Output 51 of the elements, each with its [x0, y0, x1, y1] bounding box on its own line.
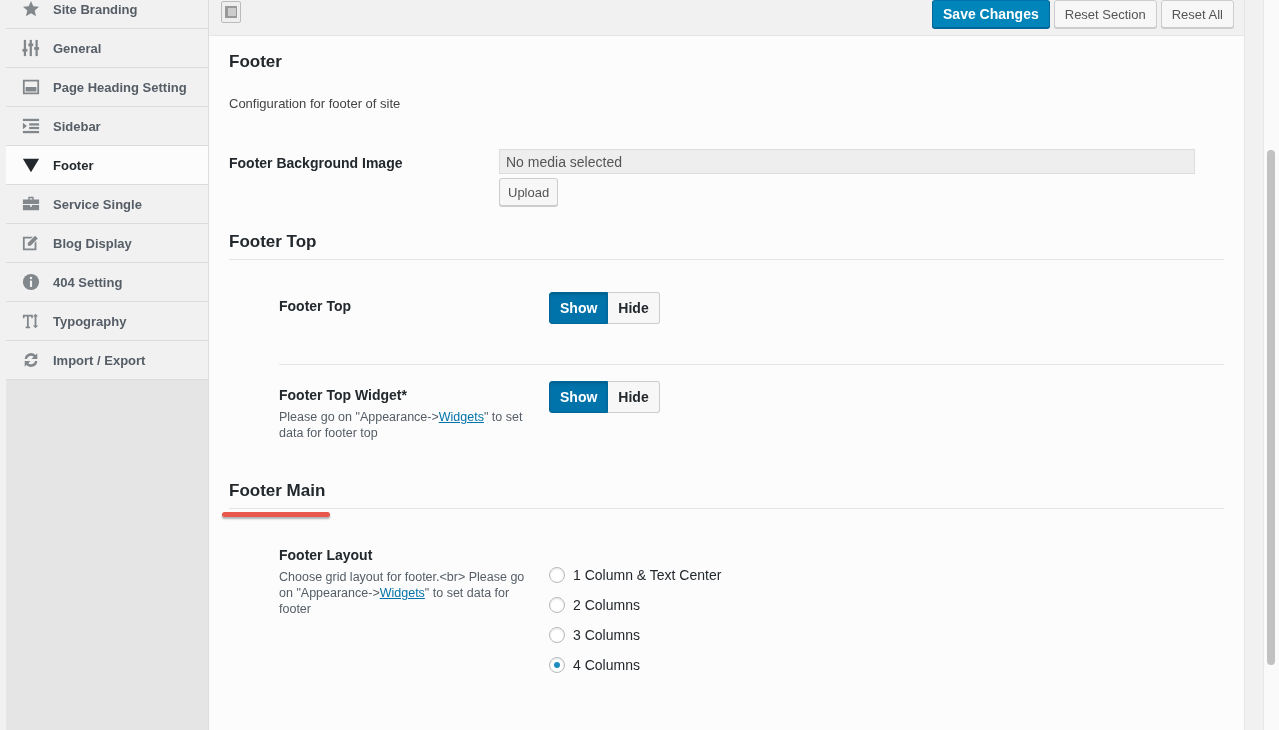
section-description: Configuration for footer of site: [229, 96, 402, 111]
radio-label[interactable]: 4 Columns: [573, 657, 640, 673]
toggle-option[interactable]: Hide: [608, 381, 660, 413]
refresh-icon: [22, 351, 40, 369]
indent-icon: [22, 117, 40, 135]
layout-icon: [22, 78, 40, 96]
sidebar-item[interactable]: Footer: [6, 146, 208, 185]
reset-button[interactable]: Reset Section: [1053, 0, 1157, 28]
star-icon: [22, 0, 40, 18]
save-button[interactable]: Save Changes: [932, 0, 1050, 28]
section-title: Footer: [229, 52, 282, 72]
radio-label[interactable]: 1 Column & Text Center: [573, 567, 722, 583]
toggle-option[interactable]: Hide: [608, 292, 660, 324]
sidebar-item[interactable]: Typography: [6, 302, 208, 341]
sidebar-item[interactable]: General: [6, 29, 208, 68]
text-height-icon: [22, 312, 40, 330]
sidebar-item[interactable]: Service Single: [6, 185, 208, 224]
radio-button[interactable]: [549, 627, 565, 643]
sidebar-item[interactable]: Site Branding: [6, 0, 208, 29]
edit-icon: [22, 234, 40, 252]
field-label: Footer Background Image: [229, 155, 404, 171]
sliders-icon: [22, 39, 40, 57]
field-description: Choose grid layout for footer.<br> Please go on "Appearance->Widgets" to set data for footer: [279, 569, 526, 617]
scrollbar-thumb[interactable]: [1267, 150, 1275, 665]
field-label: Footer Top Widget*: [279, 387, 408, 403]
section-title: Footer Main: [229, 481, 326, 501]
sidebar-item[interactable]: 404 Setting: [6, 263, 208, 302]
radio-label[interactable]: 2 Columns: [573, 597, 640, 613]
briefcase-icon: [22, 195, 40, 213]
field-description: Please go on "Appearance->Widgets" to set data for footer top: [279, 409, 524, 441]
toggle-option[interactable]: Show: [549, 381, 609, 413]
field-label: Footer Layout: [279, 547, 374, 563]
upload-button[interactable]: Upload: [499, 178, 559, 206]
info-icon: [22, 273, 40, 291]
triangle-down-icon: [22, 156, 40, 174]
field-label: Footer Top: [279, 298, 353, 314]
media-field[interactable]: No media selected: [499, 149, 1195, 174]
reset-button[interactable]: Reset All: [1160, 0, 1234, 28]
sidebar-item[interactable]: Import / Export: [6, 341, 208, 380]
sidebar-item[interactable]: Page Heading Setting: [6, 68, 208, 107]
section-title: Footer Top: [229, 232, 317, 252]
radio-button[interactable]: [549, 657, 565, 673]
radio-button[interactable]: [549, 597, 565, 613]
widgets-link[interactable]: Widgets: [379, 586, 425, 600]
radio-label[interactable]: 3 Columns: [573, 627, 640, 643]
panel-toggle-icon[interactable]: [221, 1, 241, 23]
widgets-link[interactable]: Widgets: [438, 410, 484, 424]
sidebar-item[interactable]: Sidebar: [6, 107, 208, 146]
radio-button[interactable]: [549, 567, 565, 583]
sidebar-item[interactable]: Blog Display: [6, 224, 208, 263]
toggle-option[interactable]: Show: [549, 292, 609, 324]
